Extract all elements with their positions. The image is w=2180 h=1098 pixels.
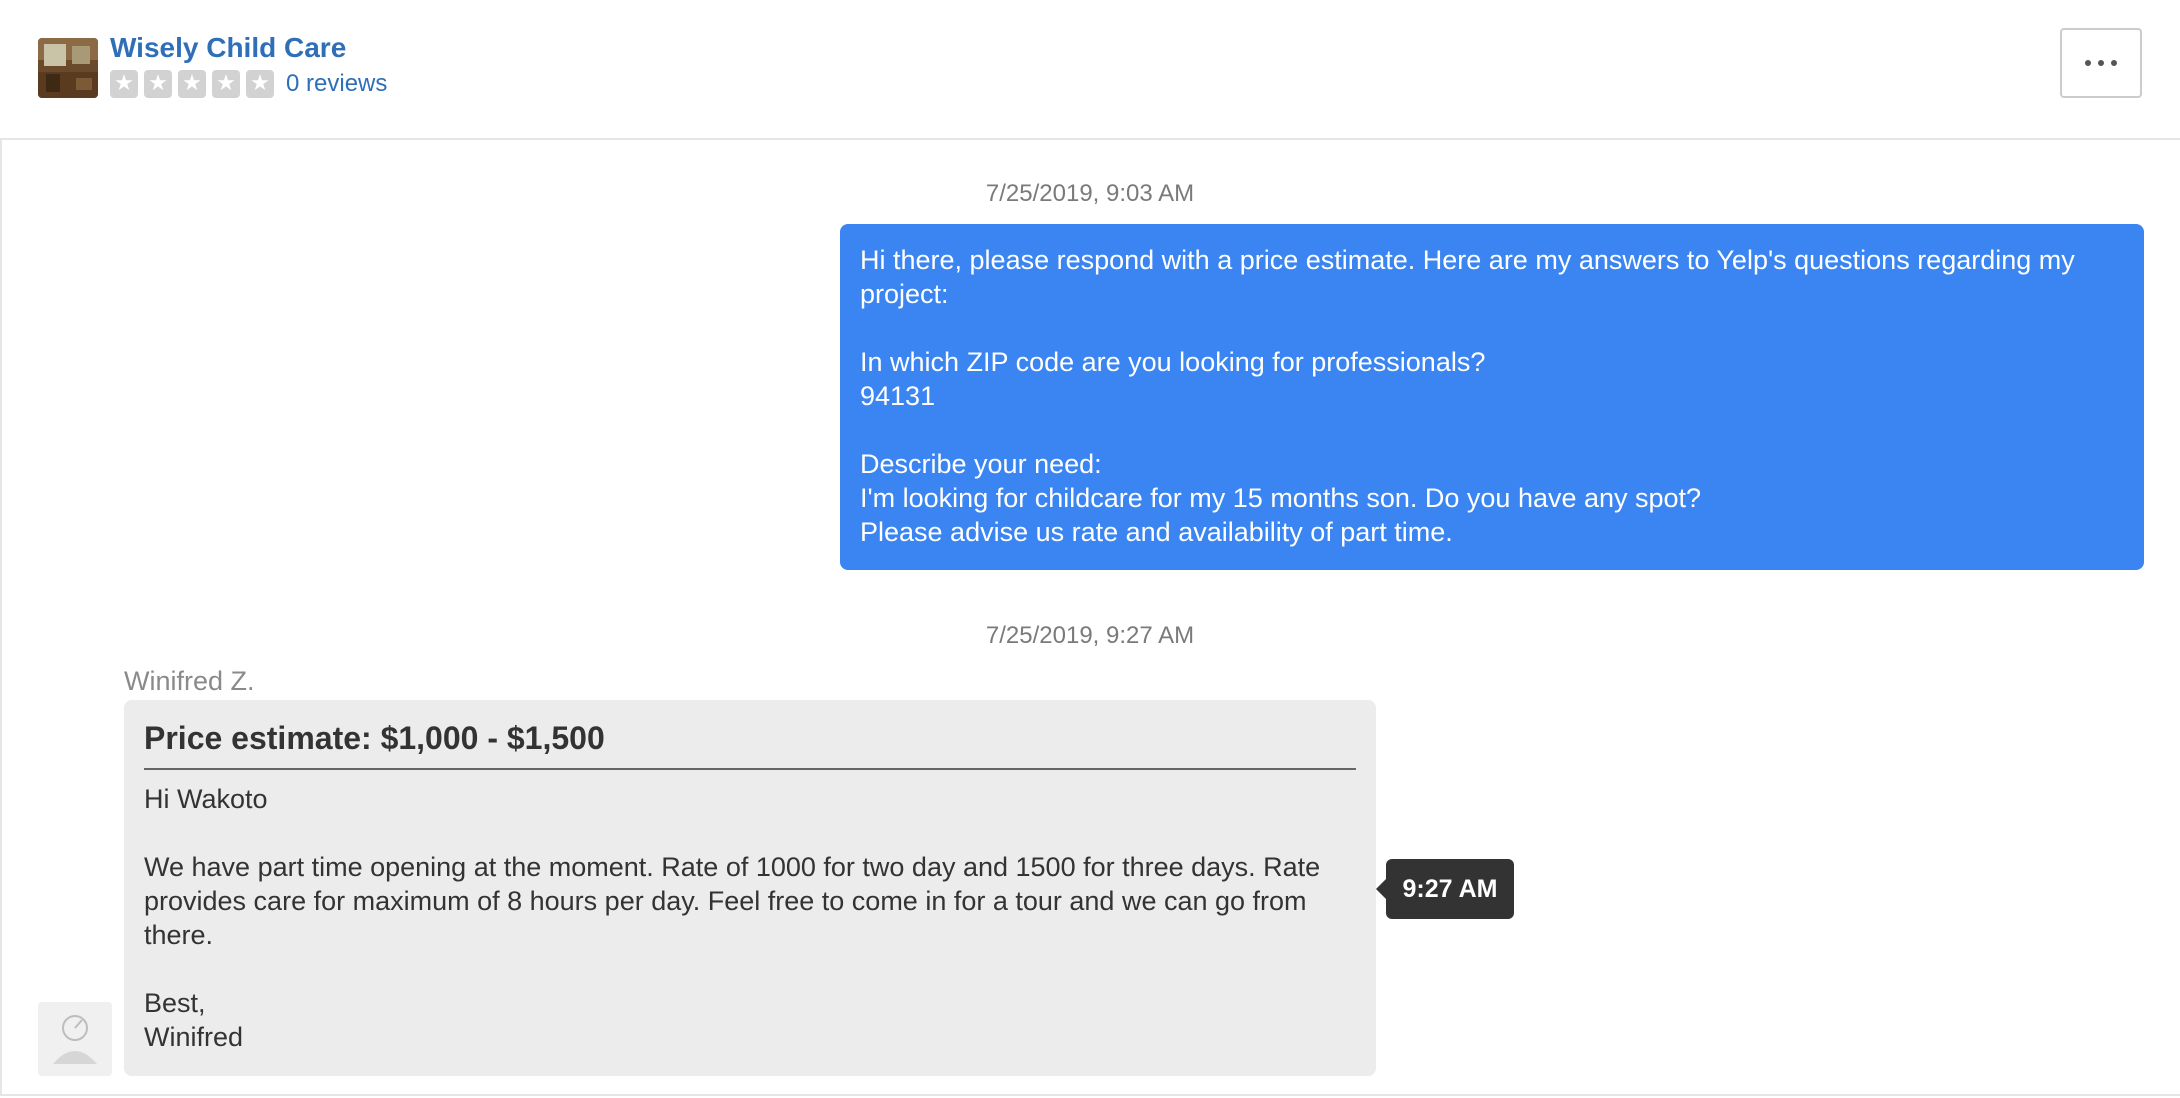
timestamp-text: 7/25/2019, 9:27 AM <box>985 622 1195 649</box>
message-timestamp: 7/25/2019, 9:03 AM <box>0 180 2180 208</box>
timestamp-text: 7/25/2019, 9:03 AM <box>985 180 1195 207</box>
star-icon: ★ <box>178 70 206 98</box>
user-avatar[interactable] <box>38 1002 112 1076</box>
message-body: Hi Wakoto We have part time opening at t… <box>144 784 1321 1052</box>
business-name-link[interactable]: Wisely Child Care <box>110 32 346 64</box>
business-photo[interactable] <box>38 38 98 98</box>
star-icon: ★ <box>144 70 172 98</box>
reviews-link[interactable]: 0 reviews <box>286 70 387 98</box>
star-icon: ★ <box>212 70 240 98</box>
sender-name: Winifred Z. <box>124 666 255 696</box>
ellipsis-icon <box>2111 60 2117 66</box>
default-avatar-icon <box>38 1002 112 1076</box>
star-icon: ★ <box>110 70 138 98</box>
incoming-message-bubble: Price estimate: $1,000 - $1,500 Hi Wakot… <box>124 700 1376 1076</box>
rating-stars: ★ ★ ★ ★ ★ <box>110 70 274 98</box>
message-timestamp: 7/25/2019, 9:27 AM <box>0 622 2180 650</box>
price-estimate-heading: Price estimate: $1,000 - $1,500 <box>144 718 1356 770</box>
star-icon: ★ <box>246 70 274 98</box>
outgoing-message-bubble: Hi there, please respond with a price es… <box>840 224 2144 570</box>
more-options-button[interactable] <box>2060 28 2142 98</box>
conversation-header: Wisely Child Care ★ ★ ★ ★ ★ 0 reviews <box>0 0 2180 140</box>
ellipsis-icon <box>2098 60 2104 66</box>
time-tooltip: 9:27 AM <box>1376 859 1514 919</box>
ellipsis-icon <box>2085 60 2091 66</box>
